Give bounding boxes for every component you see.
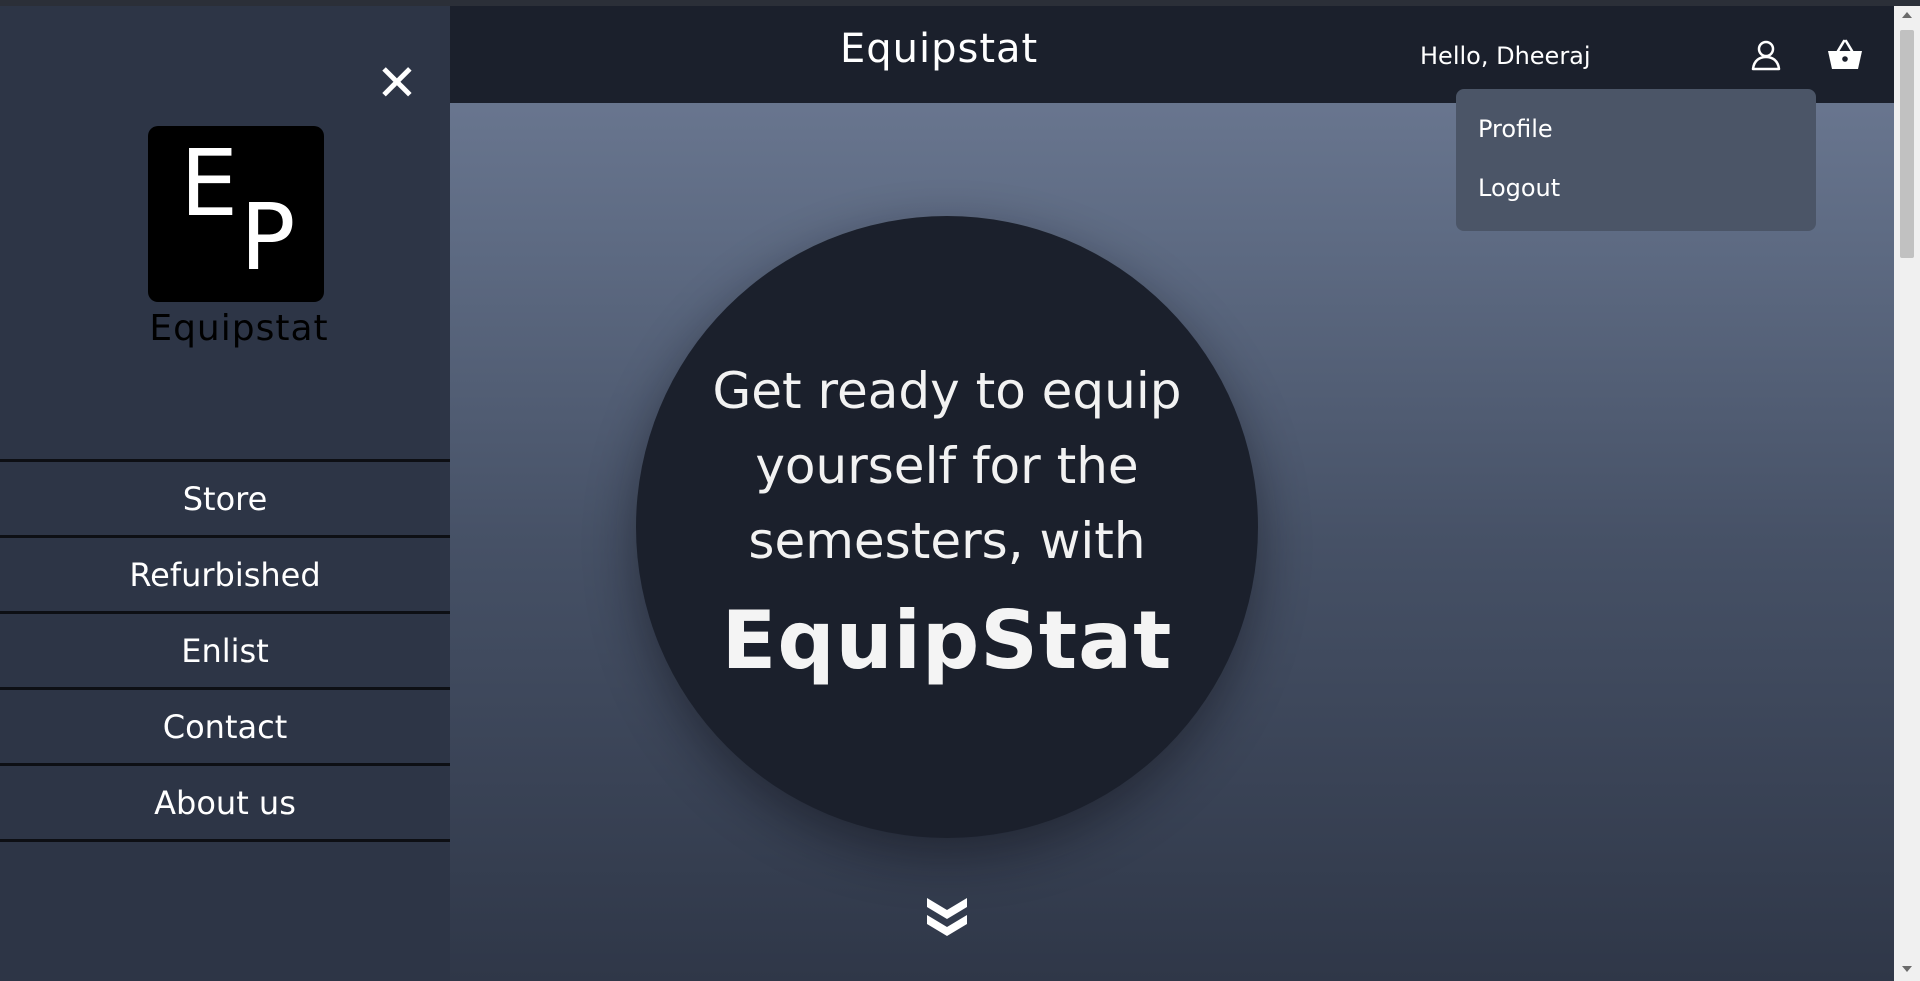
logo-text: Equipstat (149, 308, 329, 349)
hero-circle: Get ready to equip yourself for the seme… (636, 216, 1258, 838)
sidebar-item-store[interactable]: Store (0, 462, 450, 538)
hero-tagline-line1: Get ready to equip (712, 362, 1182, 420)
user-dropdown-menu: Profile Logout (1456, 89, 1816, 231)
dropdown-item-logout[interactable]: Logout (1456, 159, 1816, 218)
basket-icon[interactable] (1826, 38, 1864, 72)
sidebar-item-contact[interactable]: Contact (0, 690, 450, 766)
hero-tagline-line3: semesters, with (748, 512, 1146, 570)
main-content: Equipstat Hello, Dheeraj Profile Logout … (450, 6, 1894, 981)
logo-letter-e: E (180, 130, 239, 237)
sidebar-item-about-us[interactable]: About us (0, 766, 450, 842)
logo-letter-p: P (240, 184, 296, 291)
dropdown-item-profile[interactable]: Profile (1456, 100, 1816, 159)
vertical-scrollbar[interactable] (1894, 6, 1920, 981)
scroll-down-arrow-icon[interactable] (1902, 966, 1912, 972)
scrollbar-thumb[interactable] (1900, 30, 1914, 258)
user-greeting: Hello, Dheeraj (1420, 42, 1591, 70)
sidebar-item-refurbished[interactable]: Refurbished (0, 538, 450, 614)
hero-tagline: Get ready to equip yourself for the seme… (706, 354, 1188, 579)
sidebar: ✕ E P Equipstat Store Refurbished Enlist… (0, 6, 450, 981)
double-chevron-down-icon[interactable] (924, 892, 970, 938)
close-icon[interactable]: ✕ (372, 58, 422, 108)
sidebar-item-enlist[interactable]: Enlist (0, 614, 450, 690)
user-icon[interactable] (1749, 38, 1783, 72)
scroll-up-arrow-icon[interactable] (1902, 12, 1912, 18)
hero-tagline-line2: yourself for the (755, 437, 1139, 495)
hero-brand: EquipStat (721, 594, 1173, 687)
header-brand[interactable]: Equipstat (840, 26, 1037, 72)
logo: E P (148, 126, 324, 302)
sidebar-nav: Store Refurbished Enlist Contact About u… (0, 459, 450, 842)
